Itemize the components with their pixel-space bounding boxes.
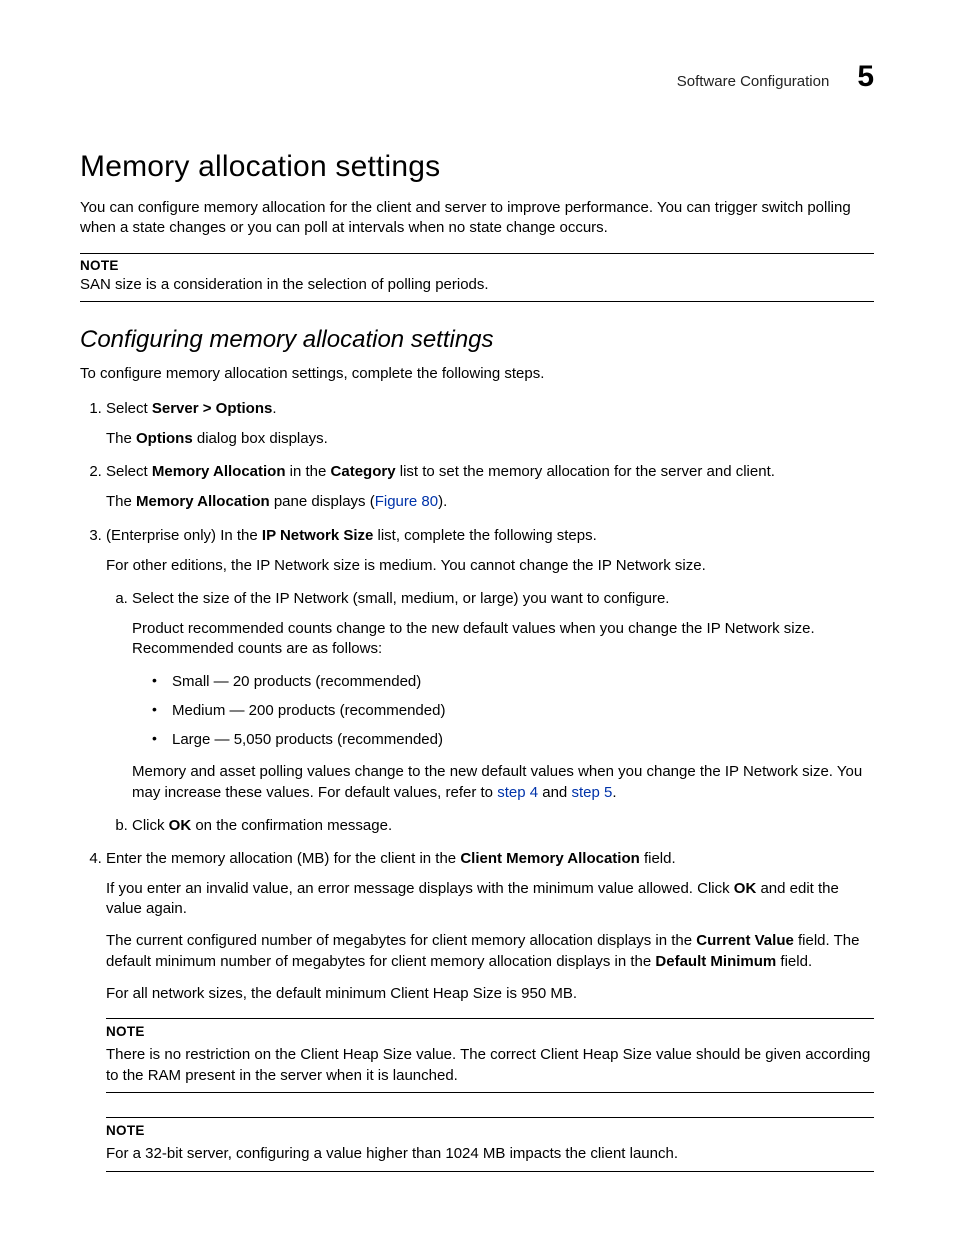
substep-text: Click OK on the confirmation message. [132, 817, 392, 834]
figure-link[interactable]: Figure 80 [375, 493, 438, 510]
substep-text: Select the size of the IP Network (small… [132, 590, 669, 607]
page: Software Configuration 5 Memory allocati… [0, 0, 954, 1236]
substeps: Select the size of the IP Network (small… [106, 588, 874, 836]
note-body: For a 32-bit server, configuring a value… [106, 1145, 678, 1162]
step-text: Enter the memory allocation (MB) for the… [106, 850, 676, 867]
list-item: Large — 5,050 products (recommended) [152, 729, 874, 750]
step-text: (Enterprise only) In the IP Network Size… [106, 527, 597, 544]
header-section-name: Software Configuration [677, 73, 830, 90]
page-title: Memory allocation settings [80, 150, 874, 184]
substep: Click OK on the confirmation message. [132, 815, 874, 836]
step-paragraph: The current configured number of megabyt… [106, 931, 874, 972]
step-text: Select Memory Allocation in the Category… [106, 463, 775, 480]
note-block: NOTE SAN size is a consideration in the … [80, 253, 874, 302]
substep-paragraph: Product recommended counts change to the… [132, 619, 874, 660]
list-item: Small — 20 products (recommended) [152, 671, 874, 692]
note-label: NOTE [106, 1023, 874, 1042]
step: (Enterprise only) In the IP Network Size… [106, 525, 874, 836]
step-paragraph: For all network sizes, the default minim… [106, 984, 874, 1004]
list-item: Medium — 200 products (recommended) [152, 700, 874, 721]
step-result: The Options dialog box displays. [106, 429, 874, 449]
note-block: NOTE For a 32-bit server, configuring a … [106, 1117, 874, 1171]
step-link[interactable]: step 4 [497, 784, 538, 801]
note-body: SAN size is a consideration in the selec… [80, 276, 489, 293]
subheading: Configuring memory allocation settings [80, 326, 874, 354]
step-link[interactable]: step 5 [571, 784, 612, 801]
step: Select Server > Options. The Options dia… [106, 398, 874, 449]
procedure-lead: To configure memory allocation settings,… [80, 364, 874, 384]
step-result: The Memory Allocation pane displays (Fig… [106, 492, 874, 512]
note-body: There is no restriction on the Client He… [106, 1046, 870, 1084]
step-paragraph: If you enter an invalid value, an error … [106, 879, 874, 920]
running-header: Software Configuration 5 [80, 60, 874, 94]
bullet-list: Small — 20 products (recommended) Medium… [152, 671, 874, 750]
note-label: NOTE [80, 258, 874, 273]
header-chapter-number: 5 [857, 60, 874, 94]
substep: Select the size of the IP Network (small… [132, 588, 874, 803]
note-block: NOTE There is no restriction on the Clie… [106, 1018, 874, 1093]
note-label: NOTE [106, 1122, 874, 1141]
step: Select Memory Allocation in the Category… [106, 461, 874, 512]
ordered-steps: Select Server > Options. The Options dia… [80, 398, 874, 1172]
step: Enter the memory allocation (MB) for the… [106, 848, 874, 1172]
step-text: Select Server > Options. [106, 400, 277, 417]
substep-paragraph: Memory and asset polling values change t… [132, 762, 874, 803]
intro-paragraph: You can configure memory allocation for … [80, 198, 874, 239]
step-note: For other editions, the IP Network size … [106, 556, 874, 576]
